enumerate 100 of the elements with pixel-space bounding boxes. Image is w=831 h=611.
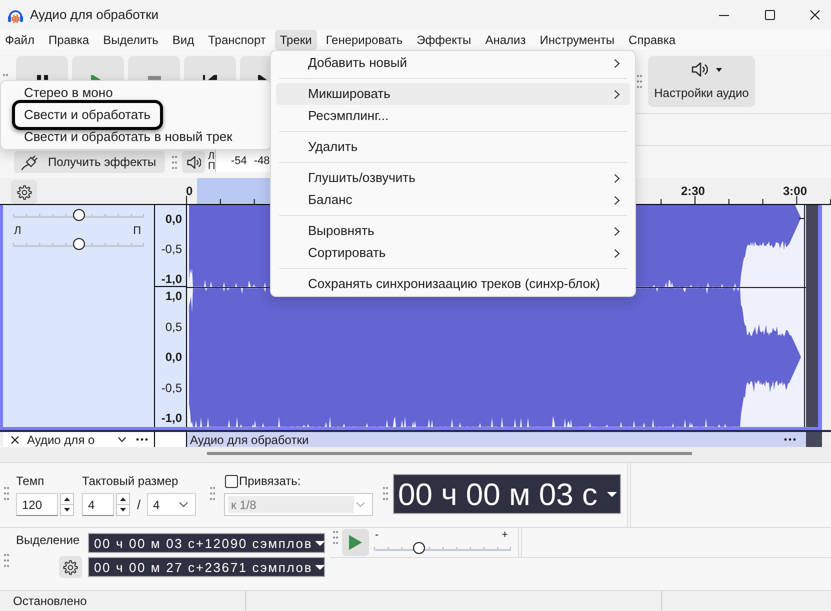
track-name: Аудио для о [27, 432, 95, 446]
grip-icon[interactable] [383, 487, 388, 500]
caret-down-icon [314, 564, 325, 570]
menu-item[interactable]: Ресэмплинг... [276, 105, 630, 127]
grip-icon[interactable] [210, 487, 215, 500]
time-label: 3:00 [782, 183, 807, 200]
channel-label: П [208, 162, 215, 172]
skip-to-start-icon [203, 75, 217, 80]
maximize-icon [765, 10, 775, 20]
tempo-label: Темп [16, 474, 46, 488]
spinner-arrows-icon[interactable] [116, 493, 130, 516]
caret-down-icon [314, 540, 325, 546]
speaker-icon [690, 61, 708, 78]
scale-label: -0,5 [161, 242, 182, 256]
channel-label: Л [208, 152, 215, 162]
menu-item[interactable]: Вид [167, 30, 200, 50]
spinner-arrows-icon[interactable] [60, 493, 74, 516]
chevron-down-icon[interactable] [118, 437, 126, 442]
play-at-speed-button[interactable] [342, 529, 369, 556]
settings-icon [63, 560, 78, 574]
grip-icon[interactable] [4, 554, 9, 567]
fraction-slash: / [137, 496, 142, 514]
menu-item[interactable]: Генерировать [320, 30, 408, 50]
menu-item[interactable]: Сохранять синхронизаацию треков (синхр-блок) [276, 273, 630, 295]
menu-item[interactable]: Баланс [276, 189, 630, 211]
menu-item[interactable]: Правка [44, 30, 94, 50]
close-icon [810, 10, 820, 20]
snap-label: Привязать: [239, 474, 301, 488]
scale-label: 1,0 [165, 289, 182, 303]
menu-item[interactable]: Транспорт [203, 30, 271, 50]
menu-item[interactable]: Эффекты [412, 30, 476, 50]
menu-item[interactable]: Файл [0, 30, 40, 50]
time-label: 2:30 [680, 183, 705, 200]
scale-label: -1,0 [161, 272, 182, 286]
chevron-down-icon [179, 502, 188, 507]
minimize-icon [719, 14, 729, 16]
menu-item[interactable]: Выровнять [276, 220, 630, 242]
playback-speed-slider[interactable] [374, 542, 511, 554]
max-label: + [502, 530, 508, 541]
menu-item[interactable]: Выделить [98, 30, 164, 50]
caret-down-icon [716, 68, 722, 72]
denominator-select[interactable]: 4 [147, 493, 196, 516]
pan-label: П [133, 225, 141, 237]
meter-scale-label: -48 [254, 154, 270, 169]
get-effects-button[interactable]: Получить эффекты [14, 151, 165, 173]
menu-item[interactable]: Сортировать [276, 242, 630, 264]
skip-to-start-button[interactable] [184, 56, 236, 80]
stop-icon [148, 76, 160, 80]
speaker-button[interactable] [182, 151, 205, 173]
time-signature-label: Тактовый размер [82, 474, 180, 488]
gain-slider[interactable] [13, 209, 144, 221]
settings-icon [16, 184, 32, 200]
pan-label: Л [14, 225, 22, 237]
skip-to-end-button[interactable] [240, 56, 270, 80]
more-icon[interactable] [136, 438, 148, 441]
selection-label: Выделение [16, 533, 81, 547]
pause-icon [36, 75, 48, 80]
skip-to-end-icon [258, 75, 267, 80]
numerator-field[interactable]: 4 [82, 493, 114, 516]
speaker-icon [186, 154, 201, 170]
time-label: 0 [186, 183, 193, 200]
scale-label: 0,0 [165, 212, 182, 226]
menu-item[interactable]: Свести и обработать [12, 100, 163, 130]
menu-item[interactable]: Треки [274, 30, 317, 50]
clip-title: Аудио для обработки [190, 432, 309, 446]
tempo-field[interactable]: 120 [16, 493, 58, 516]
plug-icon [20, 153, 40, 171]
scale-label: -0,5 [161, 380, 182, 394]
scale-label: 0,0 [165, 350, 182, 364]
menu-item[interactable]: Глушить/озвучить [276, 167, 630, 189]
app-logo-icon [8, 8, 23, 22]
slider-thumb[interactable] [72, 209, 84, 221]
menu-item[interactable]: Удалить [276, 136, 630, 158]
grip-icon[interactable] [172, 156, 177, 168]
scale-label: -1,0 [161, 411, 182, 425]
status-text: Остановлено [13, 593, 87, 610]
close-icon[interactable] [11, 436, 19, 444]
grip-icon[interactable] [637, 75, 642, 88]
time-display[interactable]: 00 ч 00 м 03 с [393, 474, 621, 514]
menu-item[interactable]: Справка [624, 30, 681, 50]
selection-start-field[interactable]: 00 ч 00 м 03 с+12090 сэмплов [88, 533, 325, 553]
caret-down-icon [607, 492, 617, 496]
slider-thumb[interactable] [72, 238, 84, 250]
chevron-down-icon [356, 502, 365, 507]
menu-item[interactable]: Добавить новый [276, 52, 630, 74]
slider-thumb[interactable] [413, 542, 426, 554]
menu-item[interactable]: Анализ [480, 30, 531, 50]
selection-settings-button[interactable] [59, 556, 82, 578]
more-icon[interactable] [784, 438, 796, 441]
window-title: Аудио для обработки [30, 6, 159, 24]
selection-end-field[interactable]: 00 ч 00 м 27 с+23671 сэмплов [88, 557, 325, 577]
pause-button[interactable] [16, 56, 68, 80]
play-icon [349, 535, 362, 550]
horizontal-scrollbar[interactable] [207, 452, 692, 455]
menu-item[interactable]: Инструменты [534, 30, 620, 50]
pan-slider[interactable] [13, 238, 144, 250]
menu-item[interactable]: Микшировать [276, 83, 630, 105]
grip-icon[interactable] [4, 487, 9, 500]
audio-setup-button[interactable]: Настройки аудио [648, 56, 755, 107]
grip-icon[interactable] [333, 531, 338, 544]
